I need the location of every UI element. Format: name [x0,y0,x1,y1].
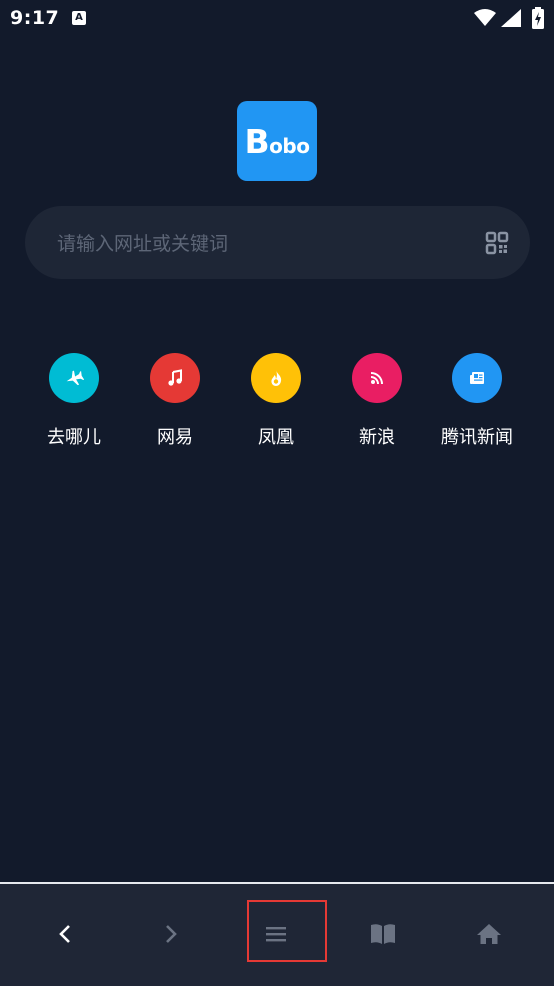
wifi-icon [474,9,496,31]
shortcut-ifeng[interactable]: 凤凰 [226,353,326,453]
logo-rest-letters: obo [269,134,310,158]
music-note-icon [150,353,200,403]
airplane-icon [49,353,99,403]
logo-big-letter: B [244,122,270,161]
app-logo: Bobo [237,101,317,181]
shortcut-label: 去哪儿 [47,427,101,448]
search-input[interactable] [55,228,459,260]
home-icon [477,924,501,944]
forward-button[interactable] [140,904,200,964]
back-button[interactable] [36,904,96,964]
back-icon [59,925,70,943]
status-bar: 9:17 A [0,0,554,38]
newspaper-icon [452,353,502,403]
menu-highlight-box [247,900,327,962]
qr-code-scan-icon[interactable] [485,231,509,259]
shortcut-tencent-news[interactable]: 腾讯新闻 [427,353,527,453]
shortcut-netease[interactable]: 网易 [125,353,225,453]
shortcut-label: 凤凰 [258,427,294,448]
battery-icon [532,7,544,33]
flame-icon [251,353,301,403]
notification-badge-text: A [75,12,83,23]
shortcut-sina[interactable]: 新浪 [327,353,427,453]
shortcut-label: 腾讯新闻 [441,427,513,448]
shortcut-label: 网易 [157,427,193,448]
signal-icon [501,9,521,31]
shortcut-qunar[interactable]: 去哪儿 [24,353,124,453]
bookmarks-button[interactable] [352,904,412,964]
rss-icon [352,353,402,403]
forward-icon [166,925,177,943]
bottom-navigation-bar [0,882,554,986]
notification-a-icon: A [72,11,86,25]
shortcut-label: 新浪 [359,427,395,448]
search-bar[interactable] [25,206,530,279]
bookmarks-icon [371,924,395,944]
logo-text: Bobo [237,101,317,181]
home-button[interactable] [458,904,518,964]
status-time: 9:17 [10,7,60,29]
